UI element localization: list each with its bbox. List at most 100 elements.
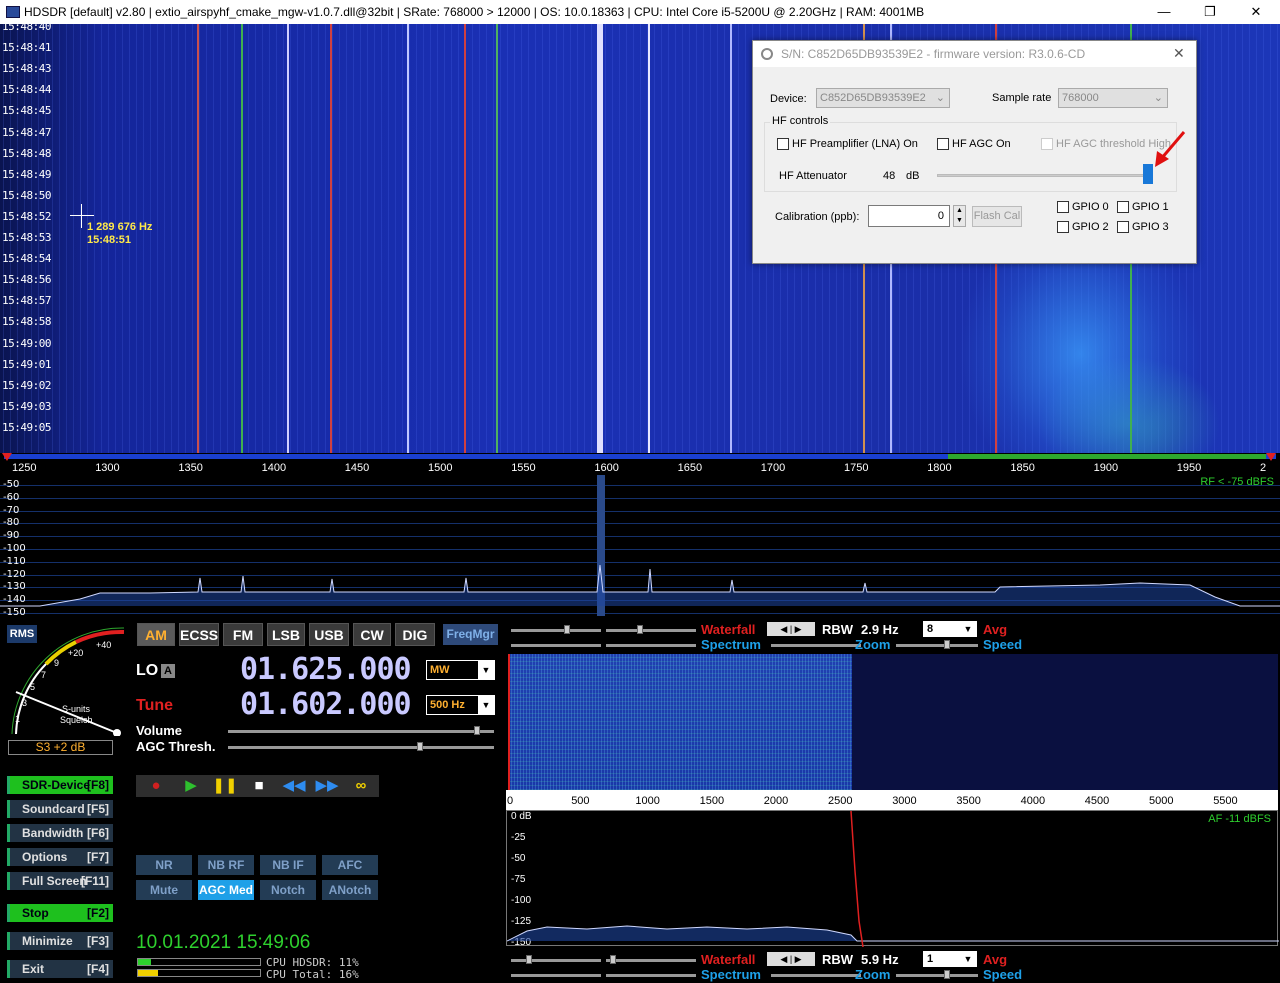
agc-thresh-label: AGC Thresh. [136, 739, 216, 754]
rf-level: RF < -75 dBFS [1200, 476, 1274, 488]
zoom-slider-1[interactable] [771, 644, 861, 647]
left-button-stop[interactable]: Stop [F2] [7, 904, 113, 922]
mode-am[interactable]: AM [137, 623, 175, 646]
hf-agc-checkbox[interactable] [937, 138, 949, 150]
restore-button[interactable]: ❐ [1188, 0, 1232, 24]
crosshair-icon [70, 215, 94, 216]
af-wf-slider-2[interactable] [606, 959, 696, 962]
timestamp-label: 15:48:41 [2, 41, 51, 55]
volume-slider[interactable] [228, 730, 494, 733]
wf-thumb[interactable] [564, 625, 570, 634]
af-spectrum[interactable]: 0 dB -25 -50 -75 -100 -125 -150 AF -11 dBFS [506, 810, 1279, 948]
af-avg-select[interactable]: 1 ▼ [923, 951, 977, 967]
mode-dig[interactable]: DIG [395, 623, 435, 646]
speed-thumb[interactable] [944, 640, 950, 649]
gpio0-checkbox[interactable] [1057, 201, 1069, 213]
left-button-minimize[interactable]: Minimize [F3] [7, 932, 113, 950]
left-button-options[interactable]: Options [F7] [7, 848, 113, 866]
agc-thresh-thumb[interactable] [417, 742, 423, 751]
afc-button[interactable]: AFC [322, 855, 378, 875]
pause-icon[interactable]: ❚❚ [210, 777, 240, 795]
af-sp-slider-2[interactable] [606, 974, 696, 977]
mode-usb[interactable]: USB [309, 623, 349, 646]
agc-threshold-checkbox[interactable] [1041, 138, 1053, 150]
media-controls: ● ▶ ❚❚ ■ ◀◀ ▶▶ ∞ [136, 775, 379, 797]
left-button-sdr-device[interactable]: SDR-Device [F8] [7, 776, 113, 794]
loop-icon[interactable]: ∞ [346, 777, 376, 795]
mode-ecss[interactable]: ECSS [179, 623, 219, 646]
left-arrow-icon[interactable] [2, 453, 12, 461]
attenuator-slider[interactable] [937, 174, 1152, 177]
af-waterfall[interactable] [508, 654, 1278, 790]
avg-select[interactable]: 8 ▼ [923, 621, 977, 637]
right-arrow-icon[interactable] [1266, 453, 1276, 461]
frequency-axis[interactable]: 1250 1300 1350 1400 1450 1500 1550 1600 1650 1700… [0, 453, 1280, 475]
mode-lsb[interactable]: LSB [267, 623, 305, 646]
agc-thresh-slider[interactable] [228, 746, 494, 749]
smeter-tick: 1 [15, 714, 21, 724]
lna-checkbox[interactable] [777, 138, 789, 150]
af-frequency-tick: 3000 [892, 795, 917, 807]
flash-cal-button[interactable]: Flash Cal [972, 206, 1022, 227]
device-select[interactable]: C852D65DB93539E2 ⌄ [816, 88, 950, 108]
freqmgr-button[interactable]: FreqMgr [443, 624, 498, 645]
minimize-button[interactable]: — [1142, 0, 1186, 24]
rewind-icon[interactable]: ◀◀ [279, 777, 309, 795]
frequency-tick: 1900 [1093, 462, 1119, 474]
nb-rf-button[interactable]: NB RF [198, 855, 254, 875]
af-avg-label: Avg [983, 952, 1008, 967]
sp-slider-2[interactable] [606, 644, 696, 647]
speed-slider[interactable] [896, 644, 978, 647]
wf-slider-2[interactable] [606, 629, 696, 632]
nr-button[interactable]: NR [136, 855, 192, 875]
left-button-bandwidth[interactable]: Bandwidth [F6] [7, 824, 113, 842]
sp-slider-1[interactable] [511, 644, 601, 647]
lo-badge[interactable]: A [161, 664, 175, 678]
mute-button[interactable]: Mute [136, 880, 192, 900]
rf-spectrum[interactable]: -50 -60 -70 -80 -90 -100 -110 -120 -130 -140 -150 … [0, 475, 1280, 616]
stop-icon[interactable]: ■ [244, 777, 274, 795]
af-wf-thumb[interactable] [526, 955, 532, 964]
af-speed-slider[interactable] [896, 974, 978, 977]
left-button-label: Exit [22, 962, 45, 976]
calibration-input[interactable]: 0 [868, 205, 950, 227]
af-wf-thumb[interactable] [610, 955, 616, 964]
af-speed-thumb[interactable] [944, 970, 950, 979]
wf-slider-1[interactable] [511, 629, 601, 632]
play-icon[interactable]: ▶ [176, 777, 206, 795]
fast-forward-icon[interactable]: ▶▶ [312, 777, 342, 795]
gpio1-checkbox[interactable] [1117, 201, 1129, 213]
band-select[interactable]: MW ▼ [426, 660, 495, 680]
mode-fm[interactable]: FM [223, 623, 263, 646]
af-rbw-stepper[interactable]: ◀ | ▶ [767, 952, 815, 966]
cursor-frequency: 1 289 676 Hz [87, 221, 153, 233]
af-sp-slider-1[interactable] [511, 974, 601, 977]
af-zoom-slider[interactable] [771, 974, 861, 977]
rbw-stepper[interactable]: ◀ | ▶ [767, 622, 815, 636]
left-button-full-screen[interactable]: Full Screen [F11] [7, 872, 113, 890]
left-button-exit[interactable]: Exit [F4] [7, 960, 113, 978]
nb-if-button[interactable]: NB IF [260, 855, 316, 875]
af-frequency-axis[interactable]: 0 500 1000 1500 2000 2500 3000 3500 4000 4500 5000… [506, 790, 1278, 810]
lo-frequency[interactable]: 01.625.000 [240, 652, 412, 687]
record-icon[interactable]: ● [141, 777, 171, 795]
step-select[interactable]: 500 Hz ▼ [426, 695, 495, 715]
agc-med-button[interactable]: AGC Med [198, 880, 254, 900]
calibration-spinner[interactable]: ▲ ▼ [953, 205, 966, 227]
volume-thumb[interactable] [474, 726, 480, 735]
s-units-label: S-units [62, 704, 91, 714]
dialog-close-icon[interactable]: ✕ [1173, 45, 1185, 62]
tune-frequency[interactable]: 01.602.000 [240, 687, 412, 722]
af-wf-slider-1[interactable] [511, 959, 601, 962]
close-button[interactable]: ✕ [1234, 0, 1278, 24]
frequency-tick: 1400 [261, 462, 287, 474]
anotch-button[interactable]: ANotch [322, 880, 378, 900]
mode-cw[interactable]: CW [353, 623, 391, 646]
left-button-soundcard[interactable]: Soundcard [F5] [7, 800, 113, 818]
notch-button[interactable]: Notch [260, 880, 316, 900]
rbw-value: 2.9 Hz [861, 622, 899, 637]
samplerate-select[interactable]: 768000 ⌄ [1058, 88, 1168, 108]
gpio2-checkbox[interactable] [1057, 221, 1069, 233]
gpio3-checkbox[interactable] [1117, 221, 1129, 233]
wf-thumb[interactable] [637, 625, 643, 634]
